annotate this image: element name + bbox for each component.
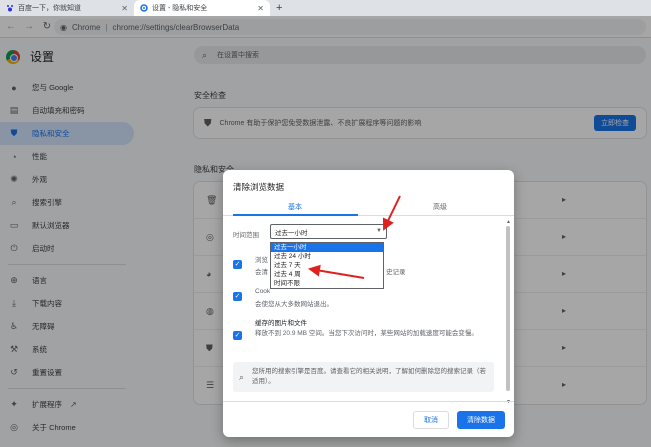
- option-description: 释放不到 20.9 MB 空间。当您下次访问时，某些网站的加载速度可能会变慢。: [255, 330, 478, 337]
- tab-strip: 百度一下，你就知道 ✕ 设置 - 隐私和安全 ✕ +: [0, 0, 651, 16]
- clear-browsing-data-dialog: 清除浏览数据 基本 高级 时间范围 过去一小时 ▼ 过去一小时 过去 24 小时…: [223, 170, 514, 437]
- search-icon: ⌕: [239, 371, 245, 382]
- checkbox-checked[interactable]: ✓: [233, 331, 242, 340]
- close-icon[interactable]: ✕: [257, 4, 264, 13]
- dialog-title: 清除浏览数据: [233, 182, 285, 192]
- tab-title: 设置 - 隐私和安全: [152, 5, 208, 12]
- caret-down-icon: ▼: [376, 228, 382, 234]
- checkbox-checked[interactable]: ✓: [233, 292, 242, 301]
- time-range-value: 过去一小时: [275, 229, 308, 237]
- close-icon[interactable]: ✕: [121, 4, 128, 13]
- active-tab-indicator: [233, 214, 358, 216]
- tab-baidu[interactable]: 百度一下，你就知道 ✕: [0, 0, 134, 16]
- tab-advanced[interactable]: 高级: [433, 202, 447, 212]
- dropdown-option[interactable]: 过去 4 周: [271, 270, 383, 279]
- dropdown-option[interactable]: 过去 7 天: [271, 261, 383, 270]
- dropdown-option[interactable]: 过去 24 小时: [271, 252, 383, 261]
- cancel-button[interactable]: 取消: [413, 411, 449, 429]
- dialog-scrollbar[interactable]: ▲ ▼: [505, 219, 511, 405]
- time-range-select[interactable]: 过去一小时 ▼: [270, 224, 387, 239]
- tab-basic[interactable]: 基本: [288, 202, 302, 212]
- option-title-peek: 浏览: [255, 257, 268, 264]
- checkbox-checked[interactable]: ✓: [233, 260, 242, 269]
- scroll-up-icon[interactable]: ▲: [506, 219, 511, 225]
- dropdown-option[interactable]: 时间不限: [271, 279, 383, 288]
- option-description: 会使您从大多数网站退出。: [255, 301, 333, 308]
- option-title-peek: Cook: [255, 288, 271, 295]
- clear-data-button[interactable]: 清除数据: [457, 411, 505, 429]
- option-title: 缓存的图片和文件: [255, 320, 307, 327]
- time-range-label: 时间范围: [233, 232, 259, 239]
- gear-icon: [140, 4, 148, 12]
- dialog-tabs: 基本 高级: [223, 196, 514, 216]
- scroll-thumb[interactable]: [506, 226, 510, 391]
- paw-icon: [6, 4, 14, 12]
- search-engine-notice: ⌕ 您所用的搜索引擎是百度。请查看它的相关说明，了解如何删除您的搜索记录（若适用…: [233, 362, 494, 392]
- time-range-dropdown: 过去一小时 过去 24 小时 过去 7 天 过去 4 周 时间不限: [270, 242, 384, 289]
- option-cached-files[interactable]: ✓ 缓存的图片和文件 释放不到 20.9 MB 空间。当您下次访问时，某些网站的…: [233, 319, 503, 340]
- tab-settings[interactable]: 设置 - 隐私和安全 ✕: [134, 0, 270, 16]
- new-tab-icon[interactable]: +: [276, 0, 282, 16]
- option-desc-peek: 史记录: [386, 269, 406, 276]
- tab-title: 百度一下，你就知道: [18, 5, 81, 12]
- dialog-footer: 取消 清除数据: [223, 401, 514, 437]
- option-cookies[interactable]: ✓ . 会使您从大多数网站退出。: [233, 290, 503, 310]
- option-desc-lead: 会清: [255, 269, 268, 276]
- dropdown-option[interactable]: 过去一小时: [271, 243, 383, 252]
- notice-text: 您所用的搜索引擎是百度。请查看它的相关说明，了解如何删除您的搜索记录（若适用）。: [252, 368, 487, 385]
